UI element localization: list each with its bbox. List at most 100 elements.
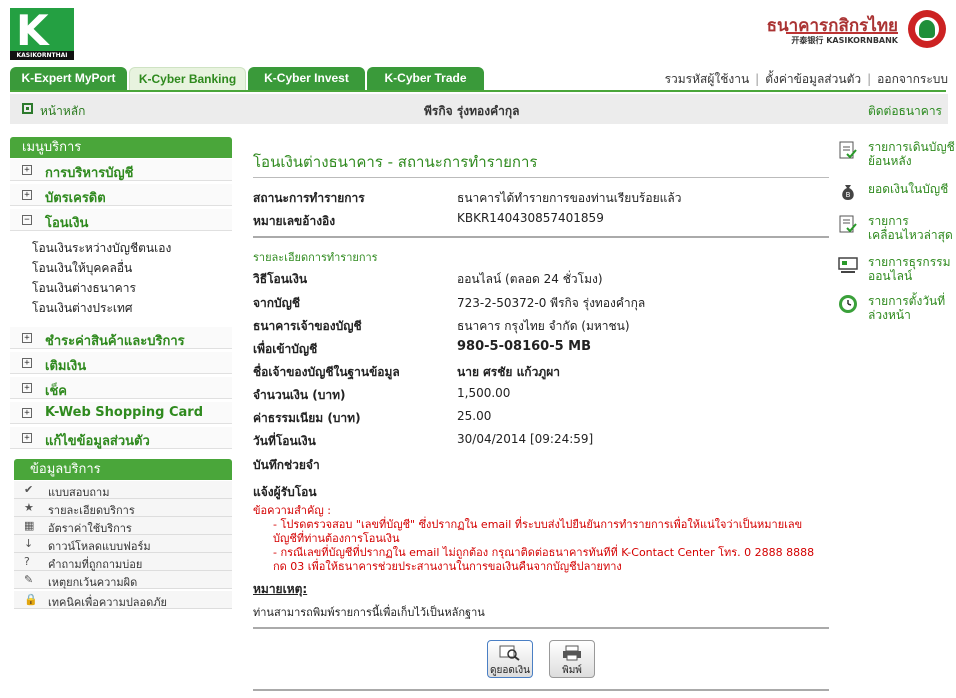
- view-balance-label: ดูยอดเงิน: [490, 665, 530, 676]
- lock-icon: 🔒: [24, 593, 38, 606]
- menu-item-interbank-transfer[interactable]: โอนเงินต่างธนาคาร: [32, 279, 136, 298]
- link-account-balance[interactable]: B ยอดเงินในบัญชี: [838, 182, 956, 202]
- clock-icon: [839, 295, 857, 313]
- info-item-security-tips[interactable]: 🔒 เทคนิคเพื่อความปลอดภัย: [14, 591, 232, 609]
- info-item-download-forms[interactable]: ↓ ดาวน์โหลดแบบฟอร์ม: [14, 535, 232, 553]
- account-owner-value: นาย ศรชัย แก้วภูผา: [457, 365, 560, 379]
- to-account-label: เพื่อเข้าบัญชี: [253, 342, 318, 356]
- expand-icon[interactable]: +: [22, 165, 32, 175]
- transfer-method-label: วิธีโอนเงิน: [253, 272, 308, 286]
- menu-group-top-up[interactable]: + เติมเงิน: [10, 352, 232, 374]
- notify-recipient-label: แจ้งผู้รับโอน: [253, 485, 317, 499]
- menu-item-international-transfer[interactable]: โอนเงินต่างประเทศ: [32, 299, 133, 318]
- amount-label: จำนวนเงิน (บาท): [253, 388, 346, 402]
- details-title: รายละเอียดการทำรายการ: [253, 251, 378, 264]
- expand-icon[interactable]: +: [22, 358, 32, 368]
- link-statement-history[interactable]: รายการเดินบัญชีย้อนหลัง: [838, 140, 956, 170]
- menu-group-account-management[interactable]: + การบริหารบัญชี: [10, 159, 232, 181]
- contact-bank-link[interactable]: ติดต่อธนาคาร: [868, 102, 942, 121]
- tab-k-cyber-banking[interactable]: K-Cyber Banking: [129, 67, 246, 92]
- info-item-survey[interactable]: ✔ แบบสอบถาม: [14, 481, 232, 499]
- destination-bank-label: ธนาคารเจ้าของบัญชี: [253, 319, 362, 333]
- menu-item-third-party-transfer[interactable]: โอนเงินให้บุคคลอื่น: [32, 259, 132, 278]
- expand-icon[interactable]: +: [22, 408, 32, 418]
- expand-icon[interactable]: +: [22, 333, 32, 343]
- computer-icon: [838, 257, 858, 273]
- home-icon[interactable]: [22, 103, 33, 114]
- menu-group-label: การบริหารบัญชี: [45, 166, 134, 181]
- link-combine-user-id[interactable]: รวมรหัสผู้ใช้งาน: [665, 72, 750, 86]
- note-item: - โปรดตรวจสอบ "เลขที่บัญชี" ซึ่งปรากฏใน …: [273, 518, 803, 545]
- info-item-label: เหตุยกเว้นความผิด: [48, 576, 138, 589]
- destination-bank-value: ธนาคาร กรุงไทย จำกัด (มหาชน): [457, 319, 630, 333]
- link-online-transactions[interactable]: รายการธุรกรรมออนไลน์: [838, 255, 956, 285]
- link-scheduled-transactions[interactable]: รายการตั้งวันที่ล่วงหน้า: [838, 294, 956, 324]
- info-item-service-details[interactable]: ★ รายละเอียดบริการ: [14, 499, 232, 517]
- tab-k-cyber-trade[interactable]: K-Cyber Trade: [367, 67, 484, 90]
- link-label: ยอดเงินในบัญชี: [868, 182, 949, 196]
- memo-label: บันทึกช่วยจำ: [253, 458, 320, 472]
- expand-icon[interactable]: +: [22, 433, 32, 443]
- statement-icon: [839, 141, 857, 159]
- expand-icon[interactable]: +: [22, 383, 32, 393]
- divider: [253, 236, 829, 238]
- menu-group-label: ชำระค่าสินค้าและบริการ: [45, 334, 185, 349]
- transfer-date-label: วันที่โอนเงิน: [253, 434, 316, 448]
- remark-title: หมายเหตุ:: [253, 582, 308, 596]
- tab-k-cyber-invest[interactable]: K-Cyber Invest: [248, 67, 365, 90]
- link-label: รายการตั้งวันที่ล่วงหน้า: [868, 294, 946, 322]
- important-note: ข้อความสำคัญ : - โปรดตรวจสอบ "เลขที่บัญช…: [253, 504, 821, 574]
- collapse-icon[interactable]: −: [22, 215, 32, 225]
- fee-label: ค่าธรรมเนียม (บาท): [253, 411, 361, 425]
- bank-name-english: 开泰银行 KASIKORNBANK: [791, 36, 898, 45]
- logo-letter: K: [16, 6, 49, 55]
- bank-name-underline: [786, 32, 898, 34]
- bank-emblem-icon: [908, 10, 946, 48]
- menu-group-label: บัตรเครดิต: [45, 191, 106, 206]
- link-label: รายการเคลื่อนไหวล่าสุด: [868, 214, 953, 242]
- home-link[interactable]: หน้าหลัก: [40, 102, 85, 121]
- logo-caption: KASIKORNTHAI: [10, 51, 74, 60]
- menu-group-transfer[interactable]: − โอนเงิน: [10, 209, 232, 231]
- menu-group-cheque[interactable]: + เช็ค: [10, 377, 232, 399]
- divider: [253, 689, 829, 691]
- expand-icon[interactable]: +: [22, 190, 32, 200]
- account-owner-label: ชื่อเจ้าของบัญชีในฐานข้อมูล: [253, 365, 400, 379]
- print-label: พิมพ์: [562, 665, 582, 676]
- menu-group-label: โอนเงิน: [45, 216, 89, 231]
- info-item-label: เทคนิคเพื่อความปลอดภัย: [48, 596, 167, 609]
- print-button[interactable]: พิมพ์: [549, 640, 595, 678]
- from-account-value: 723-2-50372-0 พีรกิจ รุ่งทองคำกุล: [457, 296, 646, 310]
- link-label: รายการเดินบัญชีย้อนหลัง: [868, 140, 955, 168]
- link-personal-settings[interactable]: ตั้งค่าข้อมูลส่วนตัว: [765, 72, 861, 86]
- link-label: รายการธุรกรรมออนไลน์: [868, 255, 951, 283]
- kasikorn-logo[interactable]: K KASIKORNTHAI: [10, 8, 74, 60]
- menu-group-credit-card[interactable]: + บัตรเครดิต: [10, 184, 232, 206]
- menu-group-web-shopping-card[interactable]: + K-Web Shopping Card: [10, 402, 232, 424]
- transfer-date-value: 30/04/2014 [09:24:59]: [457, 432, 594, 446]
- star-icon: ★: [24, 501, 34, 514]
- link-logout[interactable]: ออกจากระบบ: [877, 72, 948, 86]
- note-item: - กรณีเลขที่บัญชีที่ปรากฏใน email ไม่ถูก…: [273, 546, 815, 573]
- menu-group-label: เติมเงิน: [45, 359, 87, 374]
- view-balance-button[interactable]: ดูยอดเงิน: [487, 640, 533, 678]
- tab-k-expert-myport[interactable]: K-Expert MyPort: [10, 67, 127, 90]
- checkmark-icon: ✔: [24, 483, 34, 496]
- link-recent-transactions[interactable]: รายการเคลื่อนไหวล่าสุด: [838, 214, 956, 244]
- svg-text:B: B: [846, 191, 851, 199]
- divider: [253, 627, 829, 629]
- info-item-fees[interactable]: ▦ อัตราค่าใช้บริการ: [14, 517, 232, 535]
- to-account-value: 980-5-08160-5 MB: [457, 339, 592, 354]
- status-value: ธนาคารได้ทำรายการของท่านเรียบร้อยแล้ว: [457, 191, 682, 205]
- menu-group-bill-payment[interactable]: + ชำระค่าสินค้าและบริการ: [10, 327, 232, 349]
- divider: [253, 177, 829, 178]
- info-item-faq[interactable]: ? คำถามที่ถูกถามบ่อย: [14, 553, 232, 571]
- reference-value: KBKR140430857401859: [457, 211, 604, 225]
- amount-value: 1,500.00: [457, 386, 511, 400]
- menu-group-label: แก้ไขข้อมูลส่วนตัว: [45, 434, 150, 449]
- menu-group-edit-profile[interactable]: + แก้ไขข้อมูลส่วนตัว: [10, 427, 232, 449]
- menu-item-own-account-transfer[interactable]: โอนเงินระหว่างบัญชีตนเอง: [32, 239, 171, 258]
- info-item-disclaimer[interactable]: ✎ เหตุยกเว้นความผิด: [14, 571, 232, 589]
- question-icon: ?: [24, 555, 30, 568]
- calculator-icon: ▦: [24, 519, 35, 532]
